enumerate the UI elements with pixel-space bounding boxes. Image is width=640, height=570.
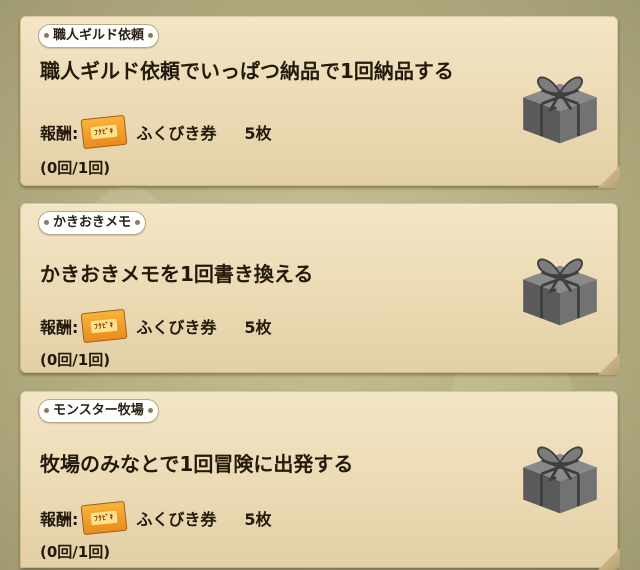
reward-count: 5枚 <box>244 124 272 143</box>
reward-row: 報酬: ﾌｸﾋﾞｷ ふくびき券 5枚 <box>40 308 272 344</box>
gift-box-icon <box>523 76 597 144</box>
quest-progress: (0回/1回) <box>40 351 111 369</box>
gift-box-icon <box>523 258 597 326</box>
reward-label: 報酬: <box>40 318 79 337</box>
reward-row: 報酬: ﾌｸﾋﾞｷ ふくびき券 5枚 <box>40 114 272 150</box>
reward-item: ふくびき券 <box>136 318 217 337</box>
quest-title: 職人ギルド依頼でいっぱつ納品で1回納品する <box>40 59 454 83</box>
quest-card[interactable]: 職人ギルド依頼 職人ギルド依頼でいっぱつ納品で1回納品する 報酬: ﾌｸﾋﾞｷ … <box>20 16 620 188</box>
gift-box-icon <box>523 446 597 514</box>
quest-progress: (0回/1回) <box>40 159 111 177</box>
quest-card[interactable]: モンスター牧場 牧場のみなとで1回冒険に出発する 報酬: ﾌｸﾋﾞｷ ふくびき券… <box>20 391 620 570</box>
lottery-ticket-icon: ﾌｸﾋﾞｷ <box>80 308 128 344</box>
lottery-ticket-icon: ﾌｸﾋﾞｷ <box>80 500 128 536</box>
reward-item: ふくびき券 <box>136 510 217 529</box>
reward-count: 5枚 <box>244 318 272 337</box>
quest-category-tag: 職人ギルド依頼 <box>38 24 160 48</box>
reward-count: 5枚 <box>244 510 272 529</box>
reward-label: 報酬: <box>40 124 79 143</box>
quest-title: かきおきメモを1回書き換える <box>40 262 314 286</box>
quest-card[interactable]: かきおきメモ かきおきメモを1回書き換える 報酬: ﾌｸﾋﾞｷ ふくびき券 5枚… <box>20 203 620 375</box>
quest-title: 牧場のみなとで1回冒険に出発する <box>40 452 354 476</box>
quest-category-tag: かきおきメモ <box>38 211 147 235</box>
reward-item: ふくびき券 <box>136 124 217 143</box>
reward-row: 報酬: ﾌｸﾋﾞｷ ふくびき券 5枚 <box>40 500 272 536</box>
lottery-ticket-icon: ﾌｸﾋﾞｷ <box>80 114 128 150</box>
quest-category-tag: モンスター牧場 <box>38 399 159 423</box>
reward-label: 報酬: <box>40 510 79 529</box>
quest-progress: (0回/1回) <box>40 543 111 561</box>
